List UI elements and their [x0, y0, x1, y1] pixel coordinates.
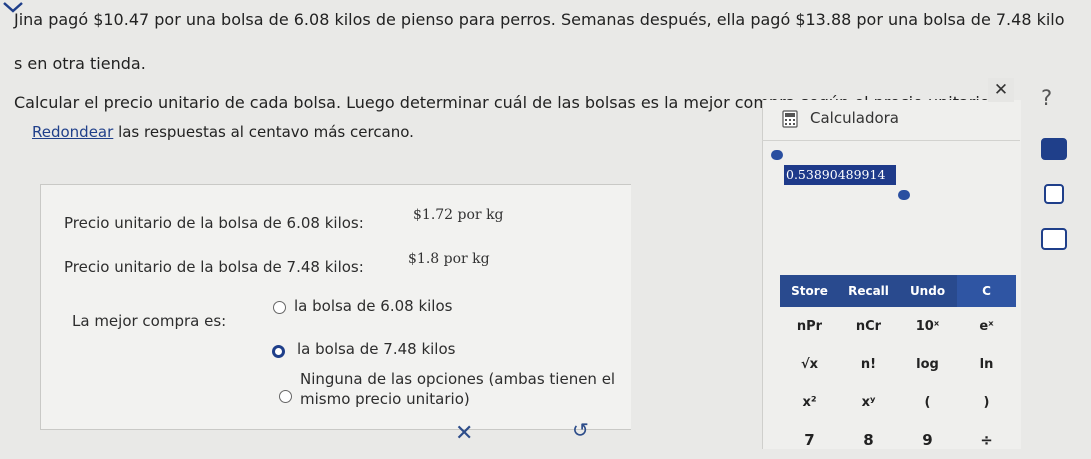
keypad-row-4: 7 8 9 ÷: [780, 421, 1016, 459]
eight-key[interactable]: 8: [839, 421, 898, 459]
keypad-row-memory: Store Recall Undo C: [780, 275, 1016, 307]
nine-key[interactable]: 9: [898, 421, 957, 459]
unit-price-1-label: Precio unitario de la bolsa de 6.08 kilo…: [64, 214, 364, 232]
factorial-key[interactable]: n!: [839, 345, 898, 383]
seven-key[interactable]: 7: [780, 421, 839, 459]
best-buy-label: La mejor compra es:: [72, 312, 227, 330]
recall-key[interactable]: Recall: [839, 275, 898, 307]
open-paren-key[interactable]: (: [898, 383, 957, 421]
square-key[interactable]: x²: [780, 383, 839, 421]
ten-power-key[interactable]: 10ˣ: [898, 307, 957, 345]
radio-option-1[interactable]: [273, 301, 286, 314]
undo-key[interactable]: Undo: [898, 275, 957, 307]
unit-price-2-label: Precio unitario de la bolsa de 7.48 kilo…: [64, 258, 364, 276]
option-1-text: la bolsa de 6.08 kilos: [294, 297, 453, 315]
calculator-icon: [782, 110, 798, 128]
round-instruction: Redondear las respuestas al centavo más …: [32, 122, 414, 142]
close-paren-key[interactable]: ): [957, 383, 1016, 421]
selection-handle-start[interactable]: [771, 150, 783, 160]
help-icon[interactable]: ?: [1041, 86, 1052, 110]
clear-key[interactable]: C: [957, 275, 1016, 307]
ln-key[interactable]: ln: [957, 345, 1016, 383]
selection-handle-end[interactable]: [898, 190, 910, 200]
calculator-keypad: Store Recall Undo C nPr nCr 10ˣ eˣ √x n!…: [780, 275, 1016, 459]
combination-key[interactable]: nCr: [839, 307, 898, 345]
option-3-text-cont: mismo precio unitario): [300, 390, 470, 408]
store-key[interactable]: Store: [780, 275, 839, 307]
keypad-row-1: nPr nCr 10ˣ eˣ: [780, 307, 1016, 345]
option-2-text: la bolsa de 7.48 kilos: [297, 340, 456, 358]
calculator-display[interactable]: 0.53890489914: [784, 165, 896, 185]
message-tool-icon[interactable]: [1041, 228, 1067, 250]
problem-text-line-2: s en otra tienda.: [14, 54, 146, 73]
keypad-row-3: x² xʸ ( ): [780, 383, 1016, 421]
power-key[interactable]: xʸ: [839, 383, 898, 421]
option-3-text: Ninguna de las opciones (ambas tienen el: [300, 370, 616, 388]
problem-text-line-1: Jina pagó $10.47 por una bolsa de 6.08 k…: [14, 10, 1065, 29]
log-key[interactable]: log: [898, 345, 957, 383]
calculator-close-button[interactable]: ✕: [988, 78, 1014, 102]
radio-option-3[interactable]: [279, 390, 292, 403]
radio-option-2[interactable]: [272, 345, 285, 358]
round-link[interactable]: Redondear: [32, 123, 113, 141]
sqrt-key[interactable]: √x: [780, 345, 839, 383]
divide-key[interactable]: ÷: [957, 421, 1016, 459]
round-instruction-text: las respuestas al centavo más cercano.: [113, 123, 414, 141]
permutation-key[interactable]: nPr: [780, 307, 839, 345]
unit-price-1-value[interactable]: $1.72 por kg: [413, 207, 504, 223]
exp-key[interactable]: eˣ: [957, 307, 1016, 345]
calculator-tool-icon[interactable]: [1041, 138, 1067, 160]
clear-button[interactable]: ✕: [455, 421, 473, 446]
undo-button[interactable]: ↺: [572, 418, 589, 442]
keypad-row-2: √x n! log ln: [780, 345, 1016, 383]
calculator-title: Calculadora: [810, 109, 900, 127]
unit-price-2-value[interactable]: $1.8 por kg: [408, 251, 490, 267]
notes-tool-icon[interactable]: [1044, 184, 1064, 204]
